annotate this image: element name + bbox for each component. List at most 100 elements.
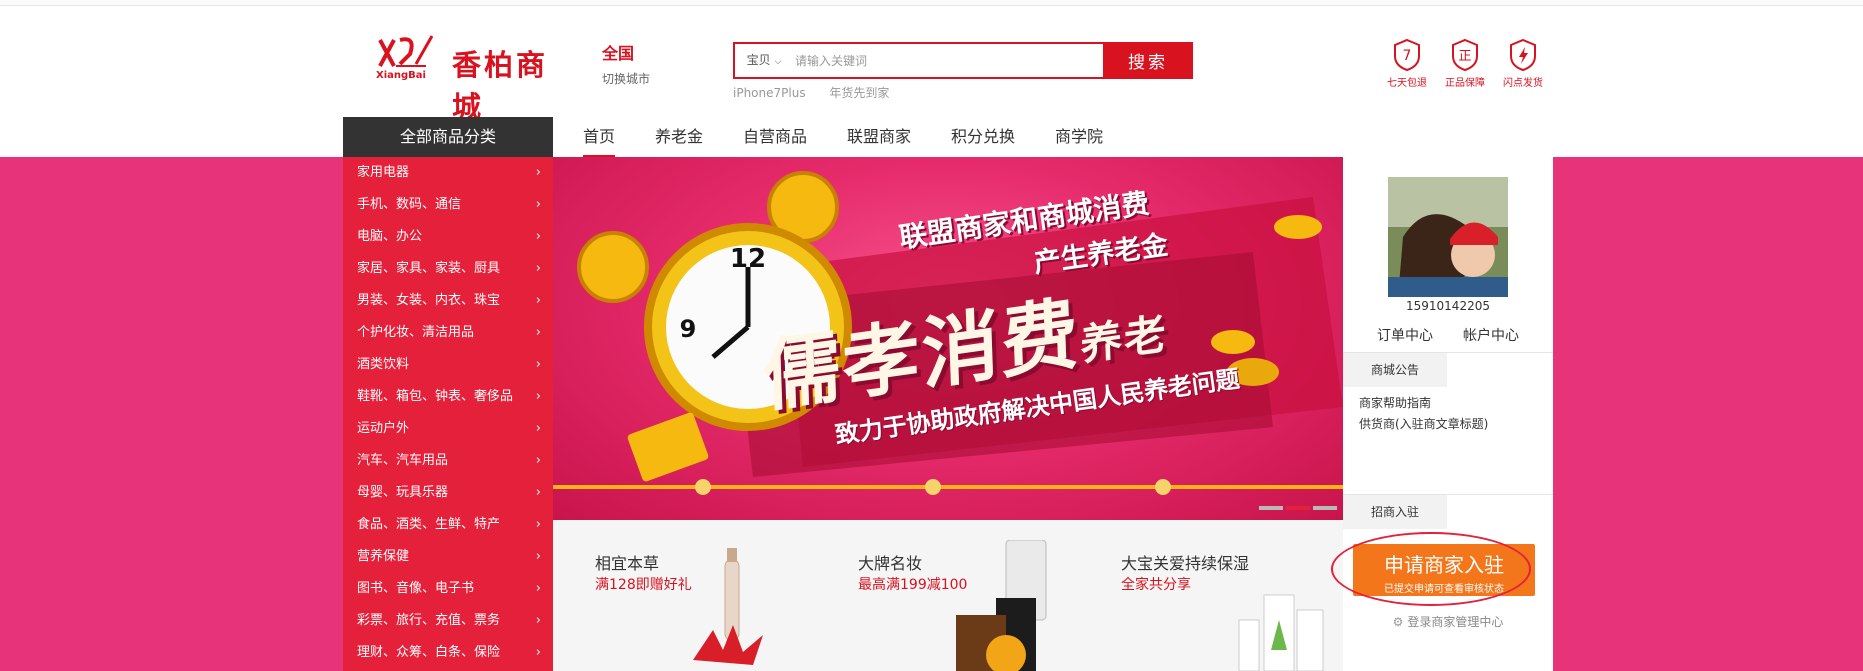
city-selector[interactable]: 全国 切换城市 — [602, 40, 650, 87]
category-item[interactable]: 食品、酒类、生鲜、特产 › — [343, 509, 553, 541]
category-item[interactable]: 图书、音像、电子书 › — [343, 573, 553, 605]
category-label: 汽车、汽车用品 — [357, 453, 449, 468]
highlight-ring — [1331, 532, 1531, 606]
chevron-right-icon: › — [535, 165, 541, 180]
category-item[interactable]: 个护化妆、清洁用品 › — [343, 317, 553, 349]
user-phone: 15910142205 — [1406, 299, 1490, 313]
badge-label: 七天包退 — [1387, 78, 1427, 89]
merchant-title[interactable]: 招商入驻 — [1343, 495, 1448, 529]
badge-seven-day-return[interactable]: 7 七天包退 — [1380, 38, 1434, 89]
service-badges: 7 七天包退 正 正品保障 闪点发货 — [1380, 38, 1550, 92]
category-label: 食品、酒类、生鲜、特产 — [357, 517, 501, 532]
category-label: 鞋靴、箱包、钟表、奢侈品 — [357, 389, 514, 404]
lightning-icon — [1510, 38, 1536, 72]
category-item[interactable]: 汽车、汽车用品 › — [343, 445, 553, 477]
category-item[interactable]: 鞋靴、箱包、钟表、奢侈品 › — [343, 381, 553, 413]
badge-label: 闪点发货 — [1503, 78, 1543, 89]
banner-dot[interactable] — [1313, 506, 1337, 510]
search-button[interactable]: 搜索 — [1103, 42, 1193, 79]
site-logo[interactable]: XiangBai 香柏商城 — [376, 34, 576, 124]
nav-home[interactable]: 首页 — [583, 117, 616, 157]
banner-pagination — [1256, 495, 1337, 514]
promo-row: 相宜本草 满128即赠好礼 大牌名妆 最高满199减100 大宝关爱持续保湿 全… — [553, 520, 1343, 671]
top-divider — [0, 0, 1863, 6]
city-name: 全国 — [602, 44, 635, 63]
avatar-photo — [1388, 177, 1508, 297]
category-item[interactable]: 手机、数码、通信 › — [343, 189, 553, 221]
search-input[interactable] — [795, 48, 1095, 73]
nav-alliance-merchants[interactable]: 联盟商家 — [847, 117, 911, 157]
category-item[interactable]: 营养保健 › — [343, 541, 553, 573]
city-switch-link[interactable]: 切换城市 — [602, 70, 650, 87]
category-label: 男装、女装、内衣、珠宝 — [357, 293, 501, 308]
account-center-link[interactable]: 帐户中心 — [1463, 325, 1519, 345]
svg-text:9: 9 — [680, 315, 697, 343]
promo-card[interactable]: 大宝关爱持续保湿 全家共分享 — [1079, 520, 1342, 671]
category-label: 电脑、办公 — [357, 229, 423, 244]
category-label: 图书、音像、电子书 — [357, 581, 475, 596]
logo-text: 香柏商城 — [452, 48, 549, 124]
banner-dot-active[interactable] — [1286, 506, 1310, 510]
category-item[interactable]: 运动户外 › — [343, 413, 553, 445]
category-item[interactable]: 男装、女装、内衣、珠宝 › — [343, 285, 553, 317]
all-categories-header[interactable]: 全部商品分类 — [343, 117, 553, 157]
badge-fast-delivery[interactable]: 闪点发货 — [1496, 38, 1550, 89]
svg-text:正: 正 — [1458, 49, 1471, 64]
merchant-login-link[interactable]: ⚙ 登录商家管理中心 — [1343, 613, 1553, 630]
logo-subtitle: XiangBai — [376, 70, 426, 81]
product-image — [1238, 594, 1324, 671]
promo-card[interactable]: 相宜本草 满128即赠好礼 — [553, 520, 816, 671]
merchant-login-label: 登录商家管理中心 — [1407, 615, 1504, 629]
category-item[interactable]: 电脑、办公 › — [343, 221, 553, 253]
chevron-right-icon: › — [535, 453, 541, 468]
nav-points-exchange[interactable]: 积分兑换 — [951, 117, 1015, 157]
search-bar: 宝贝⌵ 搜索 — [733, 42, 1193, 79]
category-item[interactable]: 母婴、玩具乐器 › — [343, 477, 553, 509]
hero-banner[interactable]: 12 9 联盟商家和商城消费 产生养老金 儒孝消费养老 致力于协助政府解决中国人… — [553, 157, 1343, 520]
category-label: 手机、数码、通信 — [357, 197, 462, 212]
chevron-down-icon: ⌵ — [774, 57, 782, 67]
banner-main-small: 养老 — [1079, 308, 1169, 371]
nav-business-school[interactable]: 商学院 — [1055, 117, 1103, 157]
category-label: 家用电器 — [357, 165, 410, 180]
svg-text:7: 7 — [1403, 48, 1412, 64]
category-item[interactable]: 家用电器 › — [343, 157, 553, 189]
chevron-right-icon: › — [535, 517, 541, 532]
nav-pension[interactable]: 养老金 — [655, 117, 703, 157]
hot-keyword-link[interactable]: iPhone7Plus — [733, 86, 806, 100]
chevron-right-icon: › — [535, 293, 541, 308]
order-center-link[interactable]: 订单中心 — [1377, 325, 1433, 345]
chevron-right-icon: › — [535, 581, 541, 596]
hot-keyword-link[interactable]: 年货先到家 — [829, 86, 889, 100]
category-item[interactable]: 理财、众筹、白条、保险 › — [343, 637, 553, 669]
notice-link[interactable]: 商家帮助指南 — [1359, 394, 1431, 411]
chevron-right-icon: › — [535, 229, 541, 244]
chevron-right-icon: › — [535, 325, 541, 340]
promo-title: 大牌名妆 — [858, 554, 923, 573]
hot-keywords: iPhone7Plus 年货先到家 — [733, 84, 909, 101]
chevron-right-icon: › — [535, 389, 541, 404]
search-type-dropdown[interactable]: 宝贝 ⌵ — [735, 44, 793, 77]
chevron-right-icon: › — [535, 485, 541, 500]
category-sidebar: 家用电器 › 手机、数码、通信 › 电脑、办公 › 家居、家具、家装、厨具 › 男装、女… — [343, 157, 553, 671]
nav-self-operated[interactable]: 自营商品 — [743, 117, 807, 157]
promo-card[interactable]: 大牌名妆 最高满199减100 — [816, 520, 1079, 671]
seven-day-return-icon: 7 — [1394, 38, 1420, 72]
avatar[interactable] — [1388, 177, 1508, 297]
notice-title[interactable]: 商城公告 — [1343, 353, 1448, 387]
category-label: 彩票、旅行、充值、票务 — [357, 613, 501, 628]
chevron-right-icon: › — [535, 549, 541, 564]
notice-section: 商城公告 — [1343, 352, 1553, 387]
banner-dot[interactable] — [1259, 506, 1283, 510]
chevron-right-icon: › — [535, 197, 541, 212]
category-label: 家居、家具、家装、厨具 — [357, 261, 501, 276]
promo-subtitle: 全家共分享 — [1121, 577, 1191, 593]
category-item[interactable]: 彩票、旅行、充值、票务 › — [343, 605, 553, 637]
chevron-right-icon: › — [535, 261, 541, 276]
category-item[interactable]: 酒类饮料 › — [343, 349, 553, 381]
gear-icon: ⚙ — [1392, 615, 1404, 629]
search-type-label: 宝贝 — [746, 53, 771, 67]
notice-link[interactable]: 供货商(入驻商文章标题) — [1359, 415, 1488, 432]
badge-genuine[interactable]: 正 正品保障 — [1438, 38, 1492, 89]
category-item[interactable]: 家居、家具、家装、厨具 › — [343, 253, 553, 285]
